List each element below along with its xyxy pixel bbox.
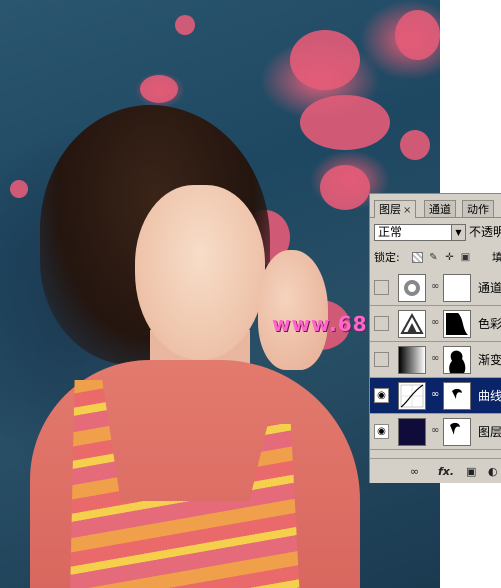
curves-thumbnail: [398, 382, 426, 410]
tab-layers[interactable]: 图层 ×: [374, 200, 417, 218]
fx-icon[interactable]: fx.: [438, 465, 454, 478]
layer-row[interactable]: ∞ 渐变: [370, 342, 501, 378]
adjustment-thumbnail: [398, 310, 426, 338]
layer-row-selected[interactable]: ∞ 曲线: [370, 378, 501, 414]
eye-icon[interactable]: [374, 388, 389, 403]
lock-label: 锁定:: [374, 251, 400, 264]
visibility-toggle[interactable]: [374, 316, 389, 331]
layer-row[interactable]: ∞ 通道: [370, 270, 501, 306]
tab-label: 通道: [429, 203, 451, 216]
lock-row: 锁定: ✎ ✛ ▣ 填: [374, 250, 501, 266]
layer-mask-thumbnail[interactable]: [443, 382, 471, 410]
layers-panel: 图层× 通道 动作 正常 ▼ 不透明 锁定: ✎ ✛ ▣ 填 ∞ 通道: [369, 193, 501, 483]
face: [135, 185, 265, 360]
flower-cluster: [10, 180, 28, 198]
tab-label: 图层: [379, 203, 401, 216]
layer-name: 渐变: [478, 353, 501, 367]
link-icon[interactable]: ∞: [431, 353, 439, 364]
flower-cluster: [320, 165, 370, 210]
blend-mode-select[interactable]: 正常 ▼: [374, 224, 466, 241]
layer-mask-thumbnail[interactable]: [443, 274, 471, 302]
fill-label: 填: [492, 250, 501, 266]
flower-cluster: [400, 130, 430, 160]
lock-move-icon[interactable]: ✛: [444, 252, 455, 263]
fill-thumbnail: [398, 418, 426, 446]
flower-cluster: [140, 75, 178, 103]
tab-channels[interactable]: 通道: [424, 200, 456, 217]
flower-cluster: [175, 15, 195, 35]
add-mask-icon[interactable]: ▣: [466, 465, 476, 478]
panel-bottom-bar: ∞ fx. ▣ ◐: [370, 458, 501, 483]
tab-label: 动作: [467, 203, 489, 216]
layer-name: 通道: [478, 281, 501, 295]
layer-mask-thumbnail[interactable]: [443, 418, 471, 446]
visibility-toggle[interactable]: [374, 280, 389, 295]
link-icon[interactable]: ∞: [431, 317, 439, 328]
blend-mode-value: 正常: [378, 225, 403, 239]
link-icon[interactable]: ∞: [431, 389, 439, 400]
link-icon[interactable]: ∞: [410, 465, 419, 478]
adjustment-thumbnail: [398, 274, 426, 302]
layer-name: 色彩: [478, 317, 501, 331]
close-icon[interactable]: ×: [403, 205, 411, 216]
flower-cluster: [300, 95, 390, 150]
link-icon[interactable]: ∞: [431, 425, 439, 436]
layer-name: 图层 4: [478, 425, 501, 439]
adjustment-icon[interactable]: ◐: [488, 465, 498, 478]
chevron-down-icon[interactable]: ▼: [451, 225, 465, 240]
gradient-thumbnail: [398, 346, 426, 374]
flower-cluster: [290, 30, 360, 90]
layer-name: 曲线: [478, 389, 501, 403]
link-icon[interactable]: ∞: [431, 281, 439, 292]
layer-row[interactable]: ∞ 色彩: [370, 306, 501, 342]
hand: [258, 250, 328, 370]
eye-icon[interactable]: [374, 424, 389, 439]
layer-row[interactable]: ∞ 图层 4: [370, 414, 501, 450]
panel-tabs: 图层 × 通道 动作: [370, 200, 501, 218]
layer-mask-thumbnail[interactable]: [443, 310, 471, 338]
lock-transparency-icon[interactable]: [412, 252, 423, 263]
lock-paint-icon[interactable]: ✎: [428, 252, 439, 263]
lock-all-icon[interactable]: ▣: [460, 252, 471, 263]
tab-actions[interactable]: 动作: [462, 200, 494, 217]
flower-cluster: [395, 10, 440, 60]
visibility-toggle[interactable]: [374, 352, 389, 367]
layer-mask-thumbnail[interactable]: [443, 346, 471, 374]
opacity-label: 不透明: [469, 225, 501, 239]
